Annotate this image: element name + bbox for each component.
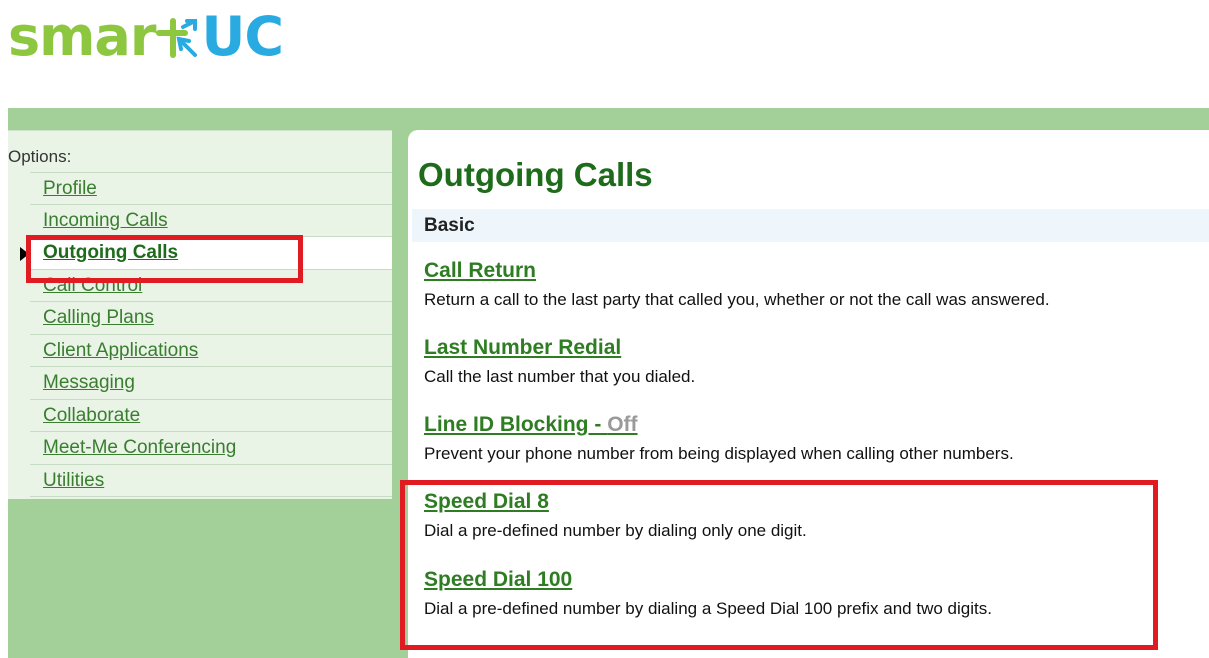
- sidebar-item-client-applications[interactable]: Client Applications: [30, 335, 392, 367]
- sidebar-link-messaging[interactable]: Messaging: [30, 372, 135, 393]
- sidebar-link-utilities[interactable]: Utilities: [30, 470, 104, 491]
- sidebar-item-call-control[interactable]: Call Control: [30, 270, 392, 302]
- logo-text-uc: UC: [201, 5, 283, 68]
- feature-line-id-blocking: Line ID Blocking - Off Prevent your phon…: [424, 410, 1204, 465]
- feature-call-return: Call Return Return a call to the last pa…: [424, 256, 1204, 311]
- logo-arrows-icon: [156, 18, 198, 58]
- sidebar-item-profile[interactable]: Profile: [30, 172, 392, 205]
- call-return-link[interactable]: Call Return: [424, 256, 1204, 286]
- line-id-blocking-description: Prevent your phone number from being dis…: [424, 444, 1014, 463]
- line-id-blocking-status: Off: [607, 413, 638, 436]
- options-sidebar: Options: Profile Incoming Calls Outgoing…: [8, 130, 392, 499]
- main-content: Outgoing Calls Basic Call Return Return …: [408, 130, 1209, 658]
- sidebar-link-collaborate[interactable]: Collaborate: [30, 405, 140, 426]
- line-id-blocking-link[interactable]: Line ID Blocking - Off: [424, 410, 1204, 440]
- section-heading-basic: Basic: [412, 209, 1209, 242]
- page-title: Outgoing Calls: [418, 156, 653, 193]
- options-nav: Profile Incoming Calls Outgoing Calls Ca…: [20, 172, 392, 497]
- speed-dial-100-link[interactable]: Speed Dial 100: [424, 565, 1204, 595]
- sidebar-link-calling-plans[interactable]: Calling Plans: [30, 307, 154, 328]
- sidebar-item-incoming-calls[interactable]: Incoming Calls: [30, 205, 392, 237]
- speed-dial-100-description: Dial a pre-defined number by dialing a S…: [424, 599, 992, 618]
- brand-logo: smar UC: [8, 2, 284, 72]
- logo-text-smar: smar: [8, 5, 156, 68]
- feature-speed-dial-8: Speed Dial 8 Dial a pre-defined number b…: [424, 487, 1204, 542]
- sidebar-item-outgoing-calls[interactable]: Outgoing Calls: [20, 237, 392, 270]
- sidebar-link-outgoing-calls[interactable]: Outgoing Calls: [30, 242, 178, 263]
- last-number-redial-link[interactable]: Last Number Redial: [424, 333, 1204, 363]
- sidebar-item-meet-me-conferencing[interactable]: Meet-Me Conferencing: [30, 432, 392, 465]
- sidebar-link-profile[interactable]: Profile: [30, 178, 97, 199]
- sidebar-link-incoming-calls[interactable]: Incoming Calls: [30, 210, 168, 231]
- sidebar-item-calling-plans[interactable]: Calling Plans: [30, 302, 392, 335]
- last-number-redial-description: Call the last number that you dialed.: [424, 367, 696, 386]
- current-page-pointer-icon: [20, 247, 29, 261]
- sidebar-link-call-control[interactable]: Call Control: [30, 275, 142, 296]
- speed-dial-8-link[interactable]: Speed Dial 8: [424, 487, 1204, 517]
- speed-dial-8-description: Dial a pre-defined number by dialing onl…: [424, 521, 807, 540]
- sidebar-link-meet-me-conferencing[interactable]: Meet-Me Conferencing: [30, 437, 236, 458]
- call-return-description: Return a call to the last party that cal…: [424, 290, 1050, 309]
- feature-speed-dial-100: Speed Dial 100 Dial a pre-defined number…: [424, 565, 1204, 620]
- sidebar-link-client-applications[interactable]: Client Applications: [30, 340, 198, 361]
- feature-last-number-redial: Last Number Redial Call the last number …: [424, 333, 1204, 388]
- sidebar-item-collaborate[interactable]: Collaborate: [30, 400, 392, 432]
- sidebar-item-utilities[interactable]: Utilities: [30, 465, 392, 497]
- sidebar-item-messaging[interactable]: Messaging: [30, 367, 392, 400]
- options-heading: Options:: [8, 147, 72, 166]
